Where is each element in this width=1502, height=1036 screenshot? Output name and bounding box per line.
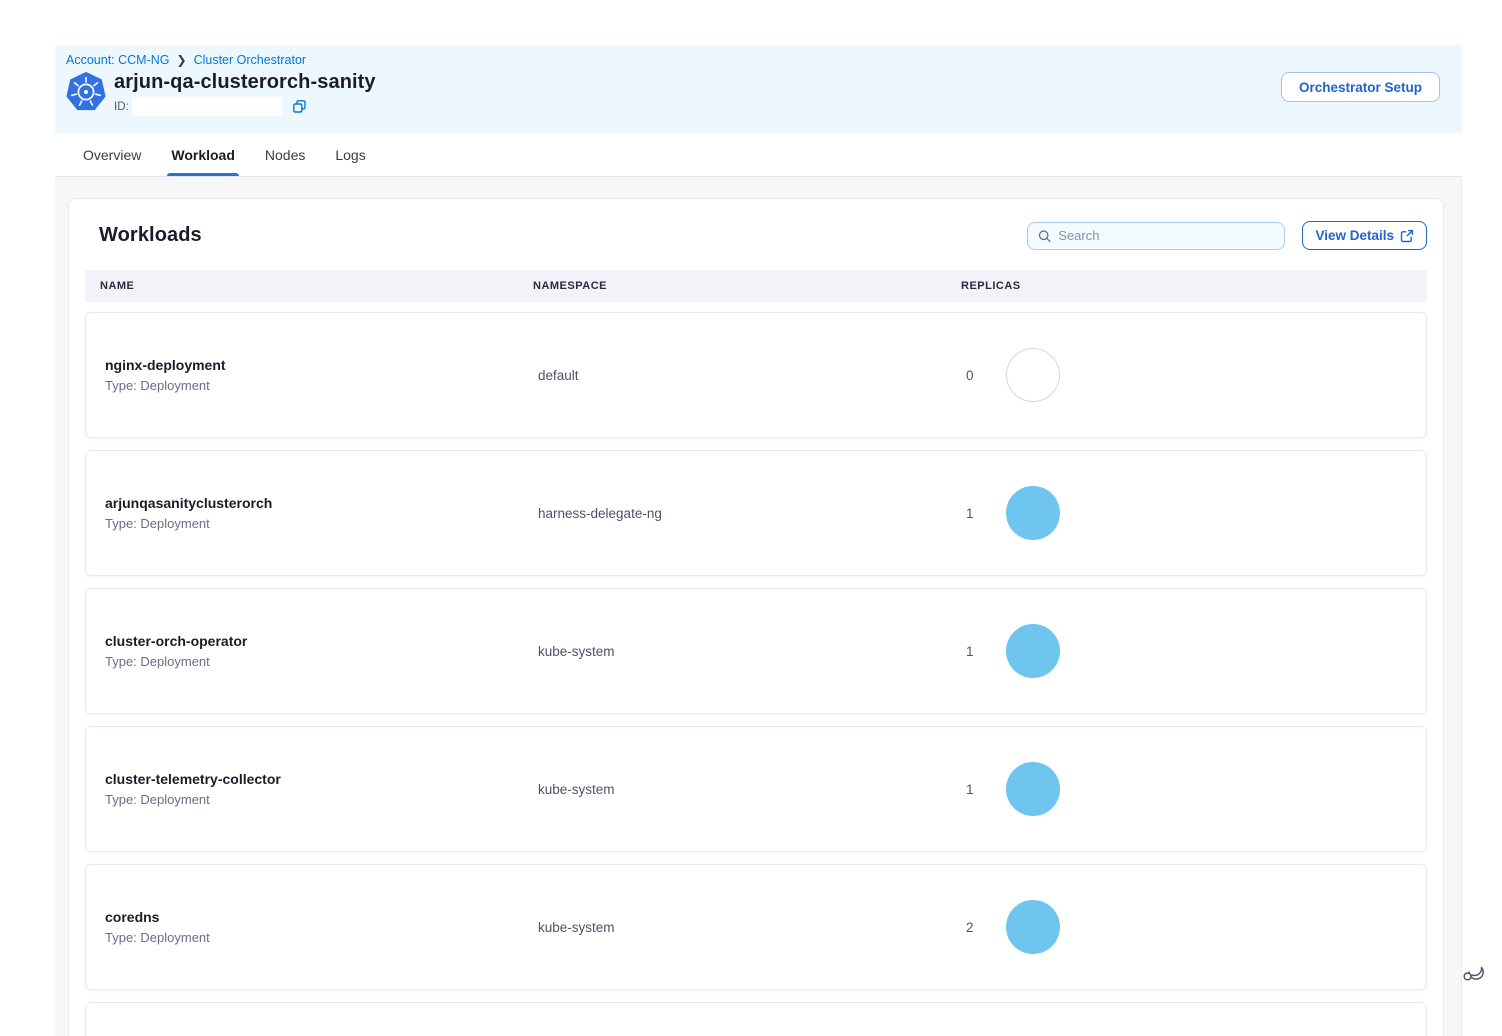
table-row-cluster-orch-operator[interactable]: cluster-orch-operator Type: Deployment k… (85, 588, 1427, 714)
view-details-button[interactable]: View Details (1302, 221, 1427, 250)
tab-bar: Overview Workload Nodes Logs (55, 133, 1462, 177)
page-title: arjun-qa-clusterorch-sanity (114, 71, 376, 94)
cluster-id-value (132, 97, 282, 116)
cluster-header: Account: CCM-NG❯Cluster Orchestrator ar (55, 45, 1462, 133)
tab-nodes[interactable]: Nodes (265, 133, 305, 176)
replica-count: 1 (966, 506, 978, 521)
workload-namespace: harness-delegate-ng (538, 506, 966, 521)
workload-type: Type: Deployment (105, 792, 538, 807)
orchestrator-setup-button[interactable]: Orchestrator Setup (1281, 72, 1440, 102)
copy-icon[interactable] (292, 99, 307, 114)
workload-name: cluster-telemetry-collector (105, 771, 538, 787)
breadcrumb: Account: CCM-NG ❯ Cluster Orchestrator (66, 53, 1450, 67)
replica-count: 1 (966, 644, 978, 659)
search-icon (1038, 229, 1051, 243)
external-link-icon (1400, 229, 1414, 243)
column-header-name: Name (100, 280, 533, 292)
table-header: Name Namespace Replicas (85, 270, 1427, 302)
replica-status-circle (1006, 900, 1060, 954)
replica-status-circle (1006, 486, 1060, 540)
replica-count: 2 (966, 920, 978, 935)
table-row-arjunqasanityclusterorch[interactable]: arjunqasanityclusterorch Type: Deploymen… (85, 450, 1427, 576)
table-row-nginx-deployment[interactable]: nginx-deployment Type: Deployment defaul… (85, 312, 1427, 438)
column-header-replicas: Replicas (961, 280, 1427, 292)
workload-namespace: default (538, 368, 966, 383)
breadcrumb-section-link[interactable]: Cluster Orchestrator (194, 53, 307, 67)
view-details-label: View Details (1315, 228, 1394, 243)
workload-name: nginx-deployment (105, 357, 538, 373)
workload-namespace: kube-system (538, 920, 966, 935)
replica-status-circle (1006, 348, 1060, 402)
kubernetes-icon (66, 72, 106, 112)
workload-name: arjunqasanityclusterorch (105, 495, 538, 511)
replica-status-circle (1006, 624, 1060, 678)
content-area: Workloads View Details (55, 177, 1462, 1036)
workload-rows: nginx-deployment Type: Deployment defaul… (85, 312, 1427, 1036)
breadcrumb-account-link[interactable]: Account: CCM-NG (66, 53, 170, 67)
search-input[interactable] (1058, 228, 1274, 243)
replica-count: 0 (966, 368, 978, 383)
table-row-partial[interactable] (85, 1002, 1427, 1036)
workload-namespace: kube-system (538, 644, 966, 659)
cluster-id-label: ID: (114, 101, 129, 113)
page-container: Account: CCM-NG❯Cluster Orchestrator ar (55, 45, 1462, 1036)
workload-type: Type: Deployment (105, 378, 538, 393)
replica-status-circle (1006, 762, 1060, 816)
tab-overview[interactable]: Overview (83, 133, 141, 176)
column-header-namespace: Namespace (533, 280, 961, 292)
workloads-card: Workloads View Details (68, 198, 1444, 1036)
workload-name: coredns (105, 909, 538, 925)
table-row-coredns[interactable]: coredns Type: Deployment kube-system 2 (85, 864, 1427, 990)
chevron-right-icon: ❯ (177, 53, 187, 67)
workload-name: cluster-orch-operator (105, 633, 538, 649)
replica-count: 1 (966, 782, 978, 797)
workloads-title: Workloads (99, 224, 202, 247)
tab-workload[interactable]: Workload (171, 133, 235, 176)
search-box[interactable] (1027, 222, 1285, 250)
workload-type: Type: Deployment (105, 930, 538, 945)
workload-type: Type: Deployment (105, 654, 538, 669)
table-row-cluster-telemetry-collector[interactable]: cluster-telemetry-collector Type: Deploy… (85, 726, 1427, 852)
workload-type: Type: Deployment (105, 516, 538, 531)
workload-namespace: kube-system (538, 782, 966, 797)
chat-icon[interactable] (1459, 957, 1487, 985)
tab-logs[interactable]: Logs (335, 133, 365, 176)
